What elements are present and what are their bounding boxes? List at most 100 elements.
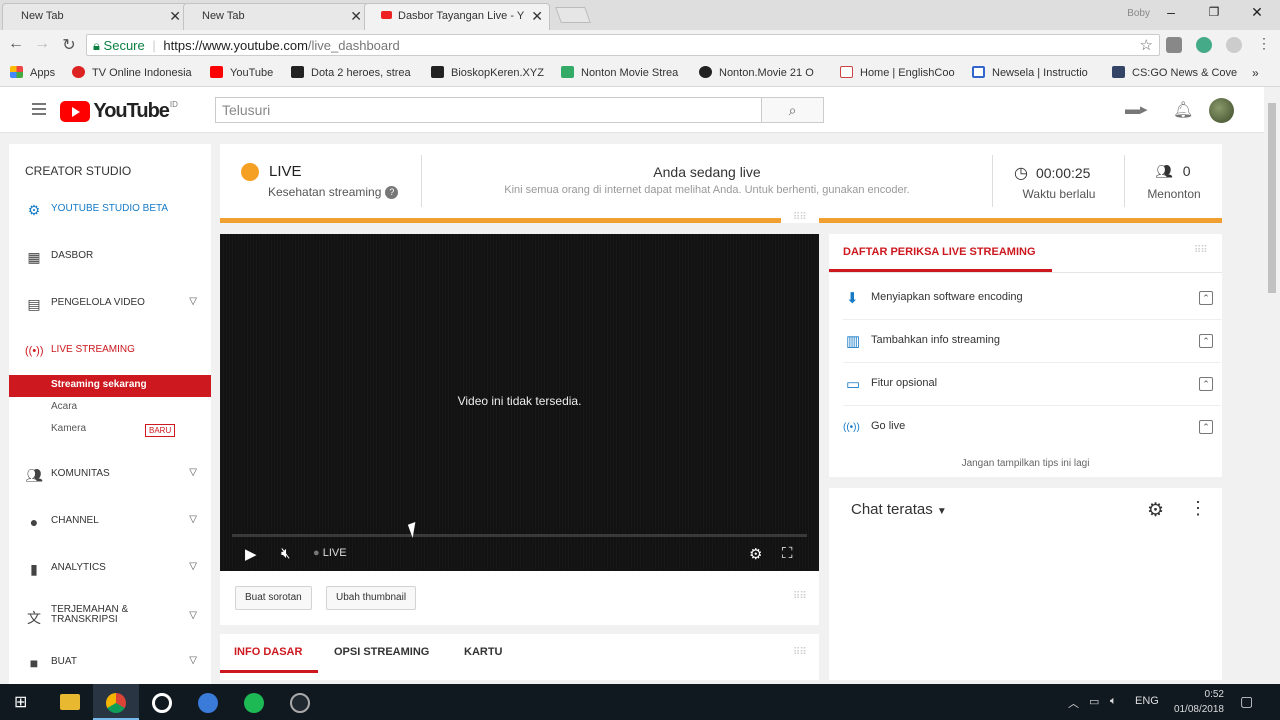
drag-handle-icon[interactable]: ⠿⠿	[793, 212, 807, 223]
search-input[interactable]: Telusuri	[215, 97, 762, 123]
search-icon: ⌕	[788, 102, 797, 118]
youtube-logo[interactable]: YouTubeID	[60, 100, 178, 122]
spotify-icon[interactable]	[244, 693, 264, 713]
expand-icon[interactable]: ⌃	[1199, 377, 1213, 391]
file-explorer-icon[interactable]	[60, 694, 80, 710]
play-icon[interactable]: ▶	[245, 545, 257, 563]
extension-icon[interactable]	[1226, 37, 1242, 53]
change-thumbnail-button[interactable]: Ubah thumbnail	[326, 586, 417, 610]
sidebar-item-analytics[interactable]: ▮ ANALYTICS ▽	[9, 555, 211, 583]
restore-icon[interactable]: ❐	[1199, 5, 1229, 19]
fullscreen-icon[interactable]: ⛶	[782, 545, 793, 562]
sidebar-item-translations[interactable]: 文 TERJEMAHAN & TRANSKRIPSI ▽	[9, 602, 211, 636]
checklist-item[interactable]: ▥ Tambahkan info streaming ⌃	[843, 320, 1221, 363]
menu-dots-icon[interactable]: ⋮	[1254, 35, 1274, 52]
more-vert-icon[interactable]: ⋮	[1189, 498, 1207, 519]
scrollbar-thumb[interactable]	[1268, 103, 1276, 293]
checklist-item[interactable]: ▭ Fitur opsional ⌃	[843, 363, 1221, 406]
clock[interactable]: 0:52 01/08/2018	[1168, 687, 1224, 717]
tab-basic-info[interactable]: INFO DASAR	[234, 646, 302, 658]
chat-mode-dropdown[interactable]: Chat teratas ▼	[851, 501, 947, 518]
clock-date: 01/08/2018	[1173, 704, 1224, 715]
bookmark-item[interactable]: Home | EnglishCoo	[840, 66, 960, 79]
new-tab-button[interactable]	[555, 7, 591, 23]
more-bookmarks-icon[interactable]: »	[1252, 66, 1259, 80]
network-icon[interactable]: ▭	[1089, 695, 1099, 708]
reload-icon[interactable]: ↻	[59, 35, 79, 55]
stream-health[interactable]: Kesehatan streaming?	[268, 185, 399, 199]
obs-icon[interactable]	[290, 693, 310, 713]
expand-icon[interactable]: ⌃	[1199, 420, 1213, 434]
bookmark-item[interactable]: Dota 2 heroes, strea	[291, 66, 416, 79]
sidebar-item-community[interactable]: 👥︎ KOMUNITAS ▽	[9, 461, 211, 489]
avatar[interactable]	[1209, 98, 1234, 123]
sidebar-item-studio-beta[interactable]: ⚙ YOUTUBE STUDIO BETA	[9, 196, 211, 224]
browser-tab[interactable]: New Tab ✕	[2, 3, 188, 30]
drag-handle-icon[interactable]: ⠿⠿	[1194, 245, 1208, 256]
forward-icon[interactable]: →	[32, 35, 52, 53]
address-bar[interactable]: 🔒︎ Secure | https://www.youtube.com/live…	[86, 34, 1160, 56]
bookmark-item[interactable]: Nonton.Movie 21 O	[699, 66, 825, 79]
sidebar-item-channel[interactable]: ● CHANNEL ▽	[9, 508, 211, 536]
bookmark-item[interactable]: Nonton Movie Strea	[561, 66, 685, 79]
tray-chevron-icon[interactable]: ︿	[1068, 695, 1079, 711]
browser-tab[interactable]: New Tab ✕	[183, 3, 369, 30]
bookmark-item[interactable]: Newsela | Instructio	[972, 66, 1099, 79]
create-highlight-button[interactable]: Buat sorotan	[235, 586, 312, 610]
bookmark-item[interactable]: YouTube	[210, 66, 288, 79]
upload-video-icon[interactable]: ▬▸	[1125, 100, 1148, 118]
settings-gear-icon[interactable]: ⚙	[749, 545, 762, 563]
windows-start-icon[interactable]: ⊞	[14, 692, 27, 712]
help-icon[interactable]: ?	[385, 186, 399, 199]
sidebar-item-live-streaming[interactable]: ((•)) LIVE STREAMING	[9, 337, 211, 365]
sidebar-item-video-manager[interactable]: ▤ PENGELOLA VIDEO ▽	[9, 290, 211, 318]
menu-icon[interactable]	[32, 103, 46, 115]
drag-handle-icon[interactable]: ⠿⠿	[793, 647, 807, 658]
browser-tab-active[interactable]: Dasbor Tayangan Live - Y ✕	[364, 3, 550, 30]
language-indicator[interactable]: ENG	[1135, 695, 1159, 707]
close-icon[interactable]: ✕	[350, 8, 362, 25]
close-icon[interactable]: ✕	[169, 8, 181, 25]
sidebar-item-dasbor[interactable]: ▦ DASBOR	[9, 243, 211, 271]
extension-icon[interactable]	[1166, 37, 1182, 53]
search-button[interactable]: ⌕	[761, 97, 824, 123]
bookmark-item[interactable]: CS:GO News & Cove	[1112, 66, 1242, 79]
notifications-icon[interactable]: ▢	[1240, 693, 1253, 710]
windows-taskbar: ⊞ ︿ ▭ 🔈︎ ENG 0:52 01/08/2018 ▢	[0, 684, 1280, 720]
bell-icon[interactable]: 🔔︎	[1173, 100, 1193, 120]
sidebar-item-create[interactable]: ■ BUAT ▽	[9, 649, 211, 677]
chrome-icon[interactable]	[106, 693, 126, 713]
seek-bar[interactable]	[232, 534, 807, 537]
bookmark-star-icon[interactable]: ☆	[1140, 36, 1153, 54]
sidebar-subitem-events[interactable]: Acara	[9, 397, 211, 419]
chat-settings-gear-icon[interactable]: ⚙	[1147, 499, 1164, 522]
sidebar-title: CREATOR STUDIO	[25, 164, 132, 178]
tab-stream-options[interactable]: OPSI STREAMING	[334, 646, 429, 658]
volume-icon[interactable]: 🔈︎	[1110, 695, 1117, 708]
expand-icon[interactable]: ⌃	[1199, 291, 1213, 305]
sidebar-subitem-streaming-now[interactable]: Streaming sekarang	[9, 375, 211, 397]
caret-down-icon: ▼	[936, 506, 947, 517]
page-scrollbar[interactable]	[1264, 87, 1280, 684]
app-icon[interactable]	[152, 693, 172, 713]
sidebar-subitem-camera[interactable]: Kamera BARU	[9, 419, 211, 441]
dismiss-tips-link[interactable]: Jangan tampilkan tips ini lagi	[829, 458, 1222, 469]
close-window-icon[interactable]: ✕	[1242, 4, 1272, 21]
live-status-dot	[241, 163, 259, 181]
app-icon[interactable]	[198, 693, 218, 713]
minimize-icon[interactable]: –	[1156, 4, 1186, 20]
tab-cards[interactable]: KARTU	[464, 646, 503, 658]
bookmark-item[interactable]: BioskopKeren.XYZ	[431, 66, 549, 79]
profile-name[interactable]: Boby	[1127, 8, 1150, 19]
drag-handle-icon[interactable]: ⠿⠿	[793, 591, 807, 602]
extension-icon[interactable]	[1196, 37, 1212, 53]
checklist-item[interactable]: ((•)) Go live ⌃	[843, 406, 1221, 449]
youtube-favicon-icon	[381, 11, 392, 19]
video-player[interactable]: Video ini tidak tersedia. ▶ 🔇︎ ● LIVE ⚙ …	[220, 234, 819, 571]
expand-icon[interactable]: ⌃	[1199, 334, 1213, 348]
checklist-item[interactable]: ⬇ Menyiapkan software encoding ⌃	[843, 277, 1221, 320]
bookmark-item[interactable]: TV Online Indonesia	[72, 66, 202, 79]
mute-icon[interactable]: 🔇︎	[281, 545, 290, 562]
close-icon[interactable]: ✕	[531, 8, 543, 25]
back-icon[interactable]: ←	[6, 35, 26, 53]
